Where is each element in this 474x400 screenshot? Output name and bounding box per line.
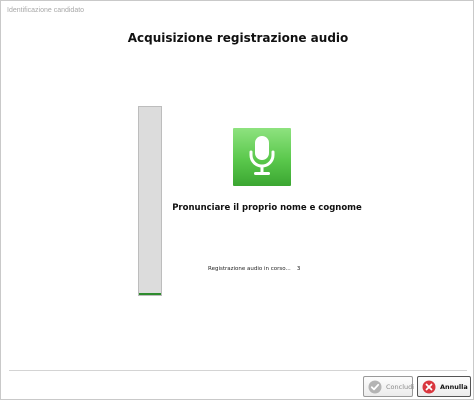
instruction-text: Pronunciare il proprio nome e cognome <box>172 203 362 213</box>
cancel-button[interactable]: Annulla <box>417 376 471 397</box>
audio-level-fill <box>139 293 161 295</box>
conclude-button[interactable]: Concludi <box>363 376 415 397</box>
window-title: Identificazione candidato <box>7 7 85 14</box>
recording-status: Registrazione audio in corso... 3 <box>208 266 300 272</box>
cancel-button-label: Annulla <box>440 382 468 391</box>
audio-level-meter <box>138 106 162 296</box>
dialog-window: Identificazione candidato Acquisizione r… <box>0 0 474 400</box>
recording-counter: 3 <box>296 266 301 272</box>
conclude-button-label: Concludi <box>386 382 415 391</box>
microphone-icon <box>233 128 291 186</box>
recording-status-text: Registrazione audio in corso... <box>208 266 291 272</box>
page-title: Acquisizione registrazione audio <box>127 31 349 45</box>
check-icon <box>368 380 382 394</box>
close-icon <box>422 380 436 394</box>
footer-divider <box>9 370 467 371</box>
